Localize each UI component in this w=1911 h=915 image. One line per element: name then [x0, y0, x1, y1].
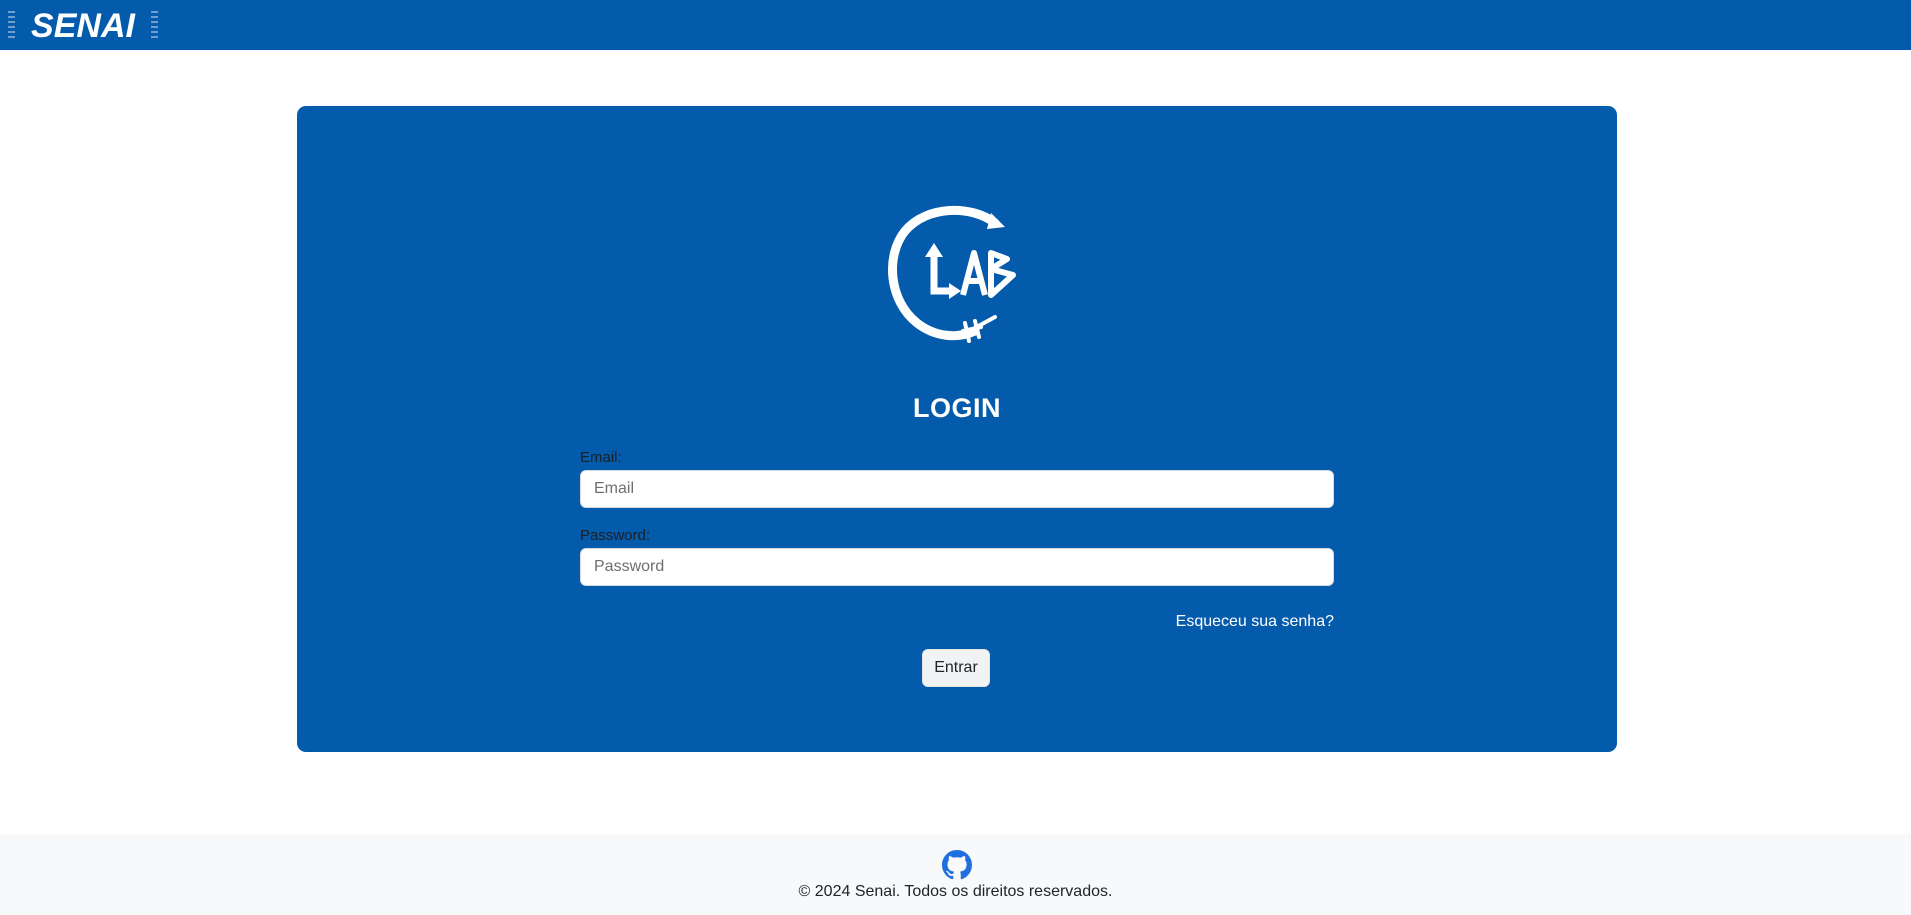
- brand-text: SENAI: [31, 7, 136, 44]
- top-navbar: SENAI: [0, 0, 1911, 50]
- senai-logo[interactable]: SENAI: [8, 4, 160, 44]
- password-input[interactable]: [580, 548, 1334, 586]
- email-label: Email:: [580, 449, 622, 466]
- github-link[interactable]: [942, 850, 972, 885]
- submit-button[interactable]: Entrar: [922, 649, 990, 687]
- copyright-text: © 2024 Senai. Todos os direitos reservad…: [798, 883, 1113, 900]
- clab-logo-icon: [877, 201, 1037, 356]
- forgot-password-link[interactable]: Esqueceu sua senha?: [1176, 613, 1334, 631]
- password-label: Password:: [580, 527, 651, 544]
- email-input[interactable]: [580, 470, 1334, 508]
- login-card: LOGIN Email: Password: Esqueceu sua senh…: [297, 106, 1617, 752]
- login-title: LOGIN: [913, 393, 1001, 423]
- github-icon: [942, 850, 972, 880]
- senai-logo-icon: SENAI: [8, 7, 158, 44]
